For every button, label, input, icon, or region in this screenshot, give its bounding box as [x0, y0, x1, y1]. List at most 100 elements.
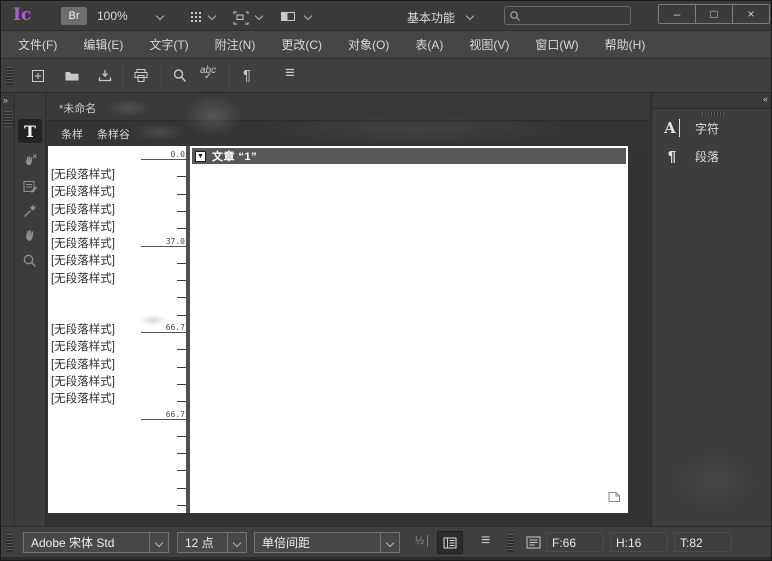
paragraph-style-label: [无段落样式]	[51, 322, 172, 339]
line-count: H:16	[616, 536, 641, 550]
right-panel-header: «	[652, 93, 772, 109]
workspace-switcher[interactable]: 基本功能	[407, 9, 455, 26]
paragraph-style-label: [无段落样式]	[51, 391, 172, 408]
superscript-toggle-icon[interactable]: ½	[415, 535, 428, 547]
zoom-dropdown-chevron-icon[interactable]	[156, 12, 164, 20]
menu-changes[interactable]: 更改(C)	[268, 36, 335, 53]
leading-select[interactable]: 单倍间距	[254, 532, 400, 553]
font-family-chevron-icon[interactable]	[149, 533, 168, 552]
zoom-tool[interactable]	[18, 249, 42, 273]
paragraph-style-label: [无段落样式]	[51, 253, 172, 270]
left-dock-strip: »	[1, 93, 15, 526]
paragraph-style-label: [无段落样式]	[51, 219, 172, 236]
menu-help[interactable]: 帮助(H)	[592, 36, 659, 53]
toolbar-menu-icon[interactable]: ≡	[285, 63, 295, 83]
paragraph-style-label: [无段落样式]	[51, 167, 172, 184]
incopy-logo-icon: Ic	[13, 5, 31, 25]
paragraph-panel-icon: ¶	[662, 148, 682, 165]
eyedropper-tool[interactable]	[18, 199, 42, 223]
font-size-select[interactable]: 12 点	[177, 532, 247, 553]
menu-view[interactable]: 视图(V)	[456, 36, 522, 53]
paragraph-style-label: [无段落样式]	[51, 374, 172, 391]
arrange-documents-icon[interactable]	[279, 9, 297, 29]
search-box[interactable]	[504, 6, 631, 25]
leading-value: 单倍间距	[255, 534, 380, 551]
leading-chevron-icon[interactable]	[380, 533, 399, 552]
menu-notes[interactable]: 附注(N)	[202, 36, 269, 53]
zoom-tool-icon	[21, 252, 39, 270]
galley-view: [无段落样式] [无段落样式] [无段落样式] [无段落样式] [无段落样式] …	[48, 146, 628, 513]
document-tab-bar: *未命名	[46, 93, 649, 121]
bridge-button[interactable]: Br	[61, 7, 87, 25]
arrange-documents-chevron-icon[interactable]	[304, 12, 312, 20]
hand-tool[interactable]	[18, 223, 42, 247]
minimize-button[interactable]: –	[659, 5, 696, 23]
open-folder-icon[interactable]	[63, 67, 81, 90]
incopy-window: Ic Br 100% 基本功能 – □ × 文件(F) 编辑(E) 文字(T	[0, 0, 772, 561]
font-family-select[interactable]: Adobe 宋体 Std	[23, 532, 169, 553]
search-tool-icon[interactable]	[171, 67, 189, 90]
control-bar: Adobe 宋体 Std 12 点 单倍间距 ½ ≡ F:66 H:16 T:8…	[1, 526, 771, 557]
window-controls: – □ ×	[658, 4, 770, 24]
section-drag-handle[interactable]	[507, 534, 514, 552]
story-title: 文章 “1”	[212, 148, 257, 164]
frame-view-icon[interactable]	[231, 9, 249, 30]
menu-table[interactable]: 表(A)	[402, 36, 456, 53]
galley-info-toggle[interactable]	[437, 531, 463, 554]
check-icon: ✓	[204, 71, 212, 82]
application-toolbar: abc ✓ ¶ ≡	[1, 59, 771, 93]
note-tool[interactable]	[18, 175, 42, 199]
view-options-chevron-icon[interactable]	[208, 12, 216, 20]
menu-window[interactable]: 窗口(W)	[522, 36, 591, 53]
right-panel-dock: « A 字符 ¶ 段落	[651, 93, 772, 526]
save-content-icon[interactable]	[96, 67, 114, 90]
copyfit-frame-icon	[525, 535, 542, 555]
overset-page-icon[interactable]	[606, 490, 623, 509]
toolbar-separator	[122, 65, 123, 87]
menu-type[interactable]: 文字(T)	[136, 36, 201, 53]
frame-view-chevron-icon[interactable]	[255, 12, 263, 20]
close-button[interactable]: ×	[733, 5, 769, 23]
paragraph-style-column: [无段落样式] [无段落样式] [无段落样式] [无段落样式] [无段落样式] …	[48, 146, 186, 513]
zoom-level-value[interactable]: 100%	[97, 9, 128, 23]
eyedropper-tool-icon	[21, 202, 39, 220]
font-family-value: Adobe 宋体 Std	[24, 534, 149, 551]
window-bottom-strip	[1, 557, 771, 561]
story-editing-area[interactable]: ▼ 文章 “1”	[190, 146, 628, 513]
view-tab-galley[interactable]: 条样	[61, 126, 83, 142]
toolbar-separator	[229, 65, 230, 87]
toolbar-drag-handle[interactable]	[6, 67, 13, 85]
fit-count: F:66	[552, 536, 576, 550]
search-input[interactable]	[521, 9, 621, 23]
collapse-dock-icon[interactable]: «	[763, 94, 767, 104]
character-panel-icon: A	[664, 119, 680, 137]
document-tab[interactable]: *未命名	[59, 100, 96, 116]
panel-item-paragraph[interactable]: ¶ 段落	[662, 148, 719, 165]
control-bar-drag-handle[interactable]	[6, 534, 13, 552]
spell-check-icon[interactable]: abc ✓	[200, 65, 216, 76]
workspace-chevron-icon[interactable]	[466, 12, 474, 20]
menu-edit[interactable]: 编辑(E)	[70, 36, 136, 53]
dock-drag-handle[interactable]	[4, 111, 12, 127]
show-hidden-characters-icon[interactable]: ¶	[243, 67, 251, 84]
maximize-button[interactable]: □	[696, 5, 733, 23]
menu-file[interactable]: 文件(F)	[5, 36, 70, 53]
control-bar-menu-icon[interactable]: ≡	[481, 532, 490, 550]
font-size-value: 12 点	[178, 534, 227, 551]
position-tool[interactable]	[18, 149, 42, 173]
font-size-chevron-icon[interactable]	[227, 533, 246, 552]
position-tool-icon	[20, 151, 40, 171]
view-tab-story[interactable]: 条样谷	[97, 126, 130, 142]
paragraph-style-label: [无段落样式]	[51, 357, 172, 374]
type-tool[interactable]: T	[18, 119, 42, 143]
story-collapse-icon[interactable]: ▼	[195, 151, 206, 162]
new-document-icon[interactable]	[29, 67, 47, 90]
panel-item-character[interactable]: A 字符	[662, 119, 719, 137]
view-options-icon[interactable]	[189, 9, 205, 29]
story-header[interactable]: ▼ 文章 “1”	[192, 148, 626, 164]
expand-dock-icon[interactable]: »	[3, 95, 7, 105]
menu-object[interactable]: 对象(O)	[335, 36, 402, 53]
panel-drag-handle[interactable]	[702, 112, 724, 116]
paragraph-style-label: [无段落样式]	[51, 271, 172, 288]
print-icon[interactable]	[132, 67, 150, 90]
